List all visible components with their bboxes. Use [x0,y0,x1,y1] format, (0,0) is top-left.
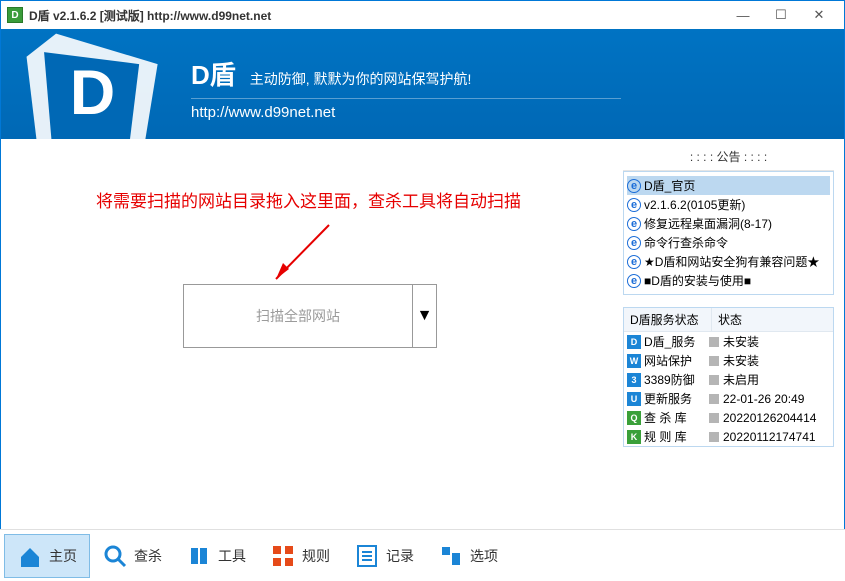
service-state: 20220112174741 [723,430,816,444]
close-button[interactable]: ✕ [800,5,838,25]
notice-text: v2.1.6.2(0105更新) [644,196,745,213]
service-state: 未安装 [723,333,759,350]
toolbar-label: 主页 [49,546,77,566]
main-pane: 将需要扫描的网站目录拖入这里面，查杀工具将自动扫描 扫描全部网站 ▼ [1,139,619,529]
scan-dropbox[interactable]: 扫描全部网站 ▼ [183,284,437,348]
status-row: U更新服务 22-01-26 20:49 [624,389,833,408]
status-row: Q查 杀 库 20220126204414 [624,408,833,427]
tools-icon [186,543,212,569]
service-icon: Q [627,411,641,425]
banner: D D盾 主动防御, 默默为你的网站保驾护航! http://www.d99ne… [1,29,844,139]
search-icon [102,543,128,569]
banner-url: http://www.d99net.net [191,98,621,121]
app-icon: D [7,7,23,23]
toolbar-label: 选项 [470,546,498,566]
dropbox-dropdown-button[interactable]: ▼ [412,285,436,347]
banner-slogan: 主动防御, 默默为你的网站保驾护航! [250,69,472,89]
service-name: 查 杀 库 [644,409,687,426]
service-state: 22-01-26 20:49 [723,392,804,406]
notice-icon: e [627,236,641,250]
toolbar-label: 规则 [302,546,330,566]
toolbar-rules-button[interactable]: 规则 [258,534,342,578]
notice-icon: e [627,198,641,212]
home-icon [17,543,43,569]
status-row: W网站保护 未安装 [624,351,833,370]
notice-text: ■D盾的安装与使用■ [644,272,751,289]
service-name: D盾_服务 [644,333,695,350]
service-icon: U [627,392,641,406]
minimize-button[interactable]: — [724,5,762,25]
service-icon: K [627,430,641,444]
service-icon: W [627,354,641,368]
toolbar-label: 工具 [218,546,246,566]
toolbar-tools-button[interactable]: 工具 [174,534,258,578]
notice-item[interactable]: ev2.1.6.2(0105更新) [627,195,830,214]
service-name: 规 则 库 [644,428,687,445]
options-icon [438,543,464,569]
status-row: K规 则 库 20220112174741 [624,427,833,446]
notice-icon: e [627,217,641,231]
notice-text: 修复远程桌面漏洞(8-17) [644,215,772,232]
notice-item[interactable]: e■D盾的安装与使用■ [627,271,830,290]
service-state: 未安装 [723,352,759,369]
status-row: DD盾_服务 未安装 [624,332,833,351]
state-dot-icon [709,394,719,404]
service-state: 20220126204414 [723,411,816,425]
state-dot-icon [709,375,719,385]
logo-icon: D [13,29,173,139]
toolbar-label: 记录 [386,546,414,566]
service-name: 3389防御 [644,371,695,388]
service-icon: D [627,335,641,349]
notice-icon: e [627,179,641,193]
toolbar-options-button[interactable]: 选项 [426,534,510,578]
notice-icon: e [627,274,641,288]
status-header-col1: D盾服务状态 [624,308,712,331]
status-header-col2: 状态 [712,308,833,331]
service-icon: 3 [627,373,641,387]
status-box: D盾服务状态 状态 DD盾_服务未安装W网站保护未安装33389防御未启用U更新… [623,307,834,447]
svg-text:D: D [70,58,115,128]
toolbar-search-button[interactable]: 查杀 [90,534,174,578]
status-header: D盾服务状态 状态 [624,308,833,332]
toolbar-list-button[interactable]: 记录 [342,534,426,578]
service-state: 未启用 [723,371,759,388]
notice-text: 命令行查杀命令 [644,234,728,251]
dropbox-label: 扫描全部网站 [184,285,412,347]
rules-icon [270,543,296,569]
notice-text: ★D盾和网站安全狗有兼容问题★ [644,253,819,270]
maximize-button[interactable]: ☐ [762,5,800,25]
banner-title: D盾 [191,55,236,92]
instruction-text: 将需要扫描的网站目录拖入这里面，查杀工具将自动扫描 [96,187,521,212]
notice-item[interactable]: e修复远程桌面漏洞(8-17) [627,214,830,233]
state-dot-icon [709,356,719,366]
window-title: D盾 v2.1.6.2 [测试版] http://www.d99net.net [29,7,724,24]
notice-header: : : : : 公告 : : : : [623,145,834,171]
service-name: 更新服务 [644,390,692,407]
notice-list: eD盾_官页ev2.1.6.2(0105更新)e修复远程桌面漏洞(8-17)e命… [623,171,834,295]
state-dot-icon [709,337,719,347]
state-dot-icon [709,432,719,442]
service-name: 网站保护 [644,352,692,369]
notice-text: D盾_官页 [644,177,695,194]
notice-item[interactable]: e★D盾和网站安全狗有兼容问题★ [627,252,830,271]
side-pane: : : : : 公告 : : : : eD盾_官页ev2.1.6.2(0105更… [619,139,844,529]
toolbar-home-button[interactable]: 主页 [4,534,90,578]
toolbar-label: 查杀 [134,546,162,566]
notice-icon: e [627,255,641,269]
list-icon [354,543,380,569]
state-dot-icon [709,413,719,423]
notice-item[interactable]: e命令行查杀命令 [627,233,830,252]
notice-item[interactable]: eD盾_官页 [627,176,830,195]
status-row: 33389防御 未启用 [624,370,833,389]
toolbar: 主页 查杀 工具 规则 记录 选项 [0,529,845,581]
banner-text: D盾 主动防御, 默默为你的网站保驾护航! http://www.d99net.… [191,29,844,121]
titlebar: D D盾 v2.1.6.2 [测试版] http://www.d99net.ne… [1,1,844,29]
